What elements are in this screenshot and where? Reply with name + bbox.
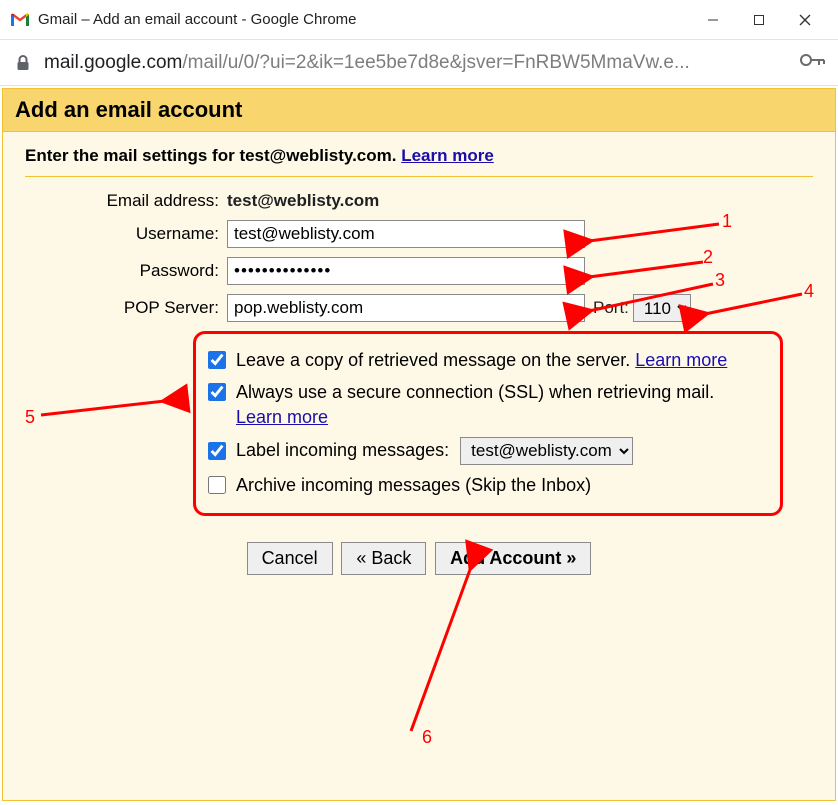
instruction-learn-more-link[interactable]: Learn more [401, 146, 494, 165]
username-input[interactable] [227, 220, 585, 248]
options-highlight-box: Leave a copy of retrieved message on the… [193, 331, 783, 516]
instruction-prefix: Enter the mail settings for [25, 146, 239, 165]
port-label: Port: [593, 298, 629, 318]
leave-copy-checkbox[interactable] [208, 351, 226, 369]
add-account-button[interactable]: Add Account » [435, 542, 591, 575]
key-icon[interactable] [800, 52, 826, 74]
divider [25, 176, 813, 177]
leave-copy-learn-more-link[interactable]: Learn more [635, 350, 727, 370]
port-select[interactable]: 110 [633, 294, 691, 322]
password-input[interactable] [227, 257, 585, 285]
annotation-number-6: 6 [422, 727, 432, 748]
email-address-value: test@weblisty.com [227, 191, 379, 211]
ssl-checkbox[interactable] [208, 383, 226, 401]
instruction-text: Enter the mail settings for test@weblist… [25, 146, 813, 166]
ssl-label: Always use a secure connection (SSL) whe… [236, 380, 714, 429]
ssl-text: Always use a secure connection (SSL) whe… [236, 382, 714, 402]
pop-server-input[interactable] [227, 294, 585, 322]
url-path: /mail/u/0/?ui=2&ik=1ee5be7d8e&jsver=FnRB… [182, 52, 689, 74]
page-title: Add an email account [3, 89, 835, 132]
pop-server-label: POP Server: [25, 298, 227, 318]
button-row: Cancel « Back Add Account » [25, 542, 813, 575]
window-maximize-button[interactable] [736, 0, 782, 40]
label-incoming-label: Label incoming messages: test@weblisty.c… [236, 437, 633, 465]
window-close-button[interactable] [782, 0, 828, 40]
username-label: Username: [25, 224, 227, 244]
lock-icon [14, 54, 32, 72]
url-host: mail.google.com [44, 52, 182, 74]
back-button[interactable]: « Back [341, 542, 426, 575]
instruction-email: test@weblisty.com [239, 146, 391, 165]
password-label: Password: [25, 261, 227, 281]
window-title: Gmail – Add an email account - Google Ch… [38, 11, 357, 28]
cancel-button[interactable]: Cancel [247, 542, 333, 575]
email-address-label: Email address: [25, 191, 227, 211]
window-minimize-button[interactable] [690, 0, 736, 40]
label-incoming-checkbox[interactable] [208, 442, 226, 460]
label-incoming-text: Label incoming messages: [236, 440, 449, 460]
instruction-suffix: . [392, 146, 401, 165]
address-bar[interactable]: mail.google.com/mail/u/0/?ui=2&ik=1ee5be… [0, 40, 838, 86]
label-incoming-select[interactable]: test@weblisty.com [460, 437, 633, 465]
leave-copy-text: Leave a copy of retrieved message on the… [236, 350, 635, 370]
gmail-icon [10, 12, 30, 28]
archive-checkbox[interactable] [208, 476, 226, 494]
main-panel: Add an email account Enter the mail sett… [2, 88, 836, 801]
ssl-learn-more-link[interactable]: Learn more [236, 407, 328, 427]
archive-label: Archive incoming messages (Skip the Inbo… [236, 473, 591, 497]
leave-copy-label: Leave a copy of retrieved message on the… [236, 348, 727, 372]
window-titlebar: Gmail – Add an email account - Google Ch… [0, 0, 838, 40]
